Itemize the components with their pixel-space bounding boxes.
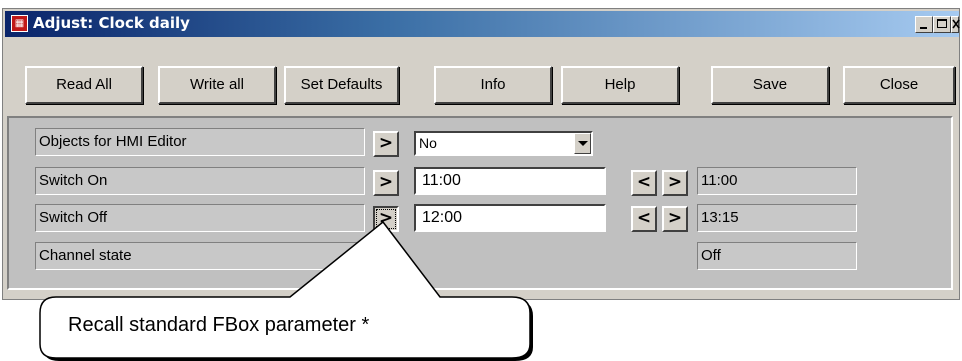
callout-text: Recall standard FBox parameter *	[68, 314, 370, 336]
callout-bubble	[39, 220, 533, 361]
